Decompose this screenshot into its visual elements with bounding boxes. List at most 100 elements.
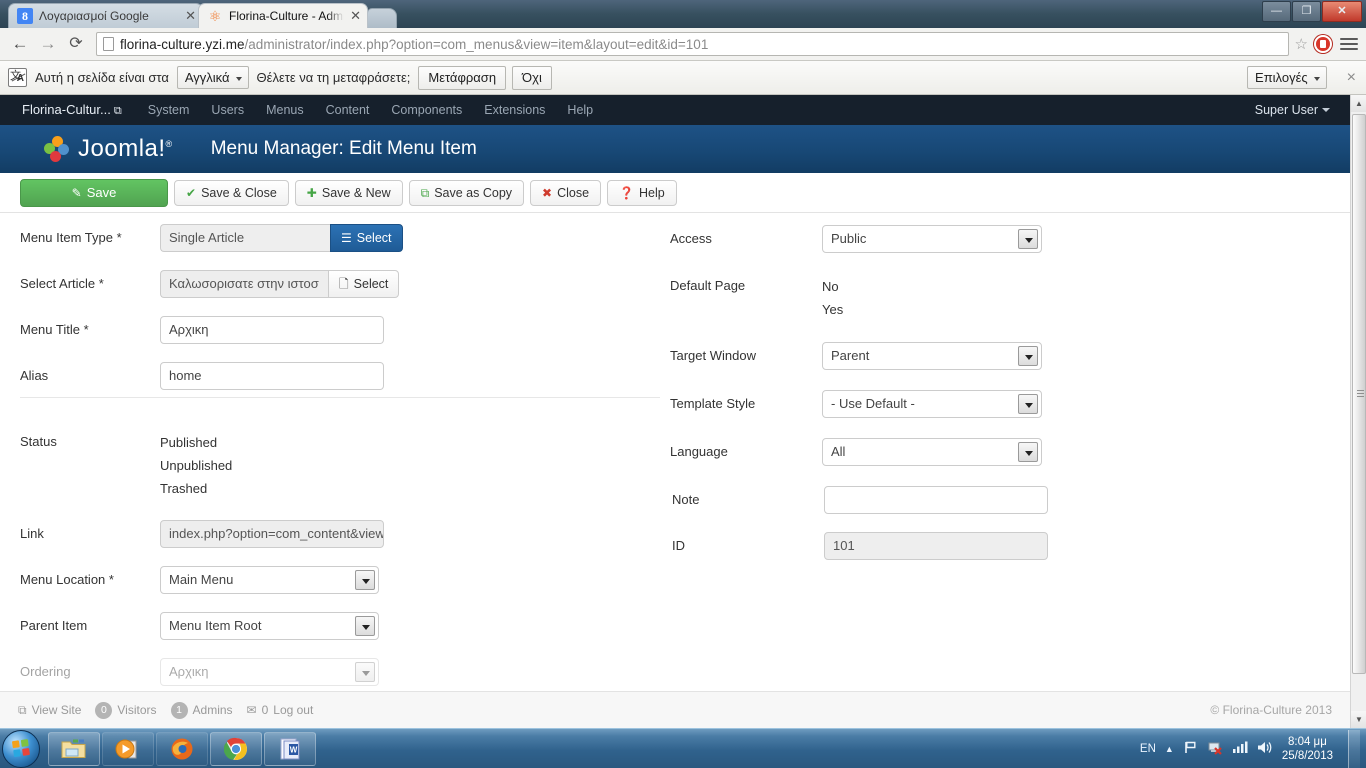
- translate-button[interactable]: Μετάφραση: [418, 65, 507, 90]
- access-value: Public: [822, 225, 1042, 253]
- scroll-down-arrow[interactable]: ▼: [1351, 711, 1366, 728]
- chevron-down-icon[interactable]: [1018, 442, 1038, 462]
- chrome-icon[interactable]: [210, 731, 262, 766]
- reload-button[interactable]: ⟳: [62, 30, 90, 58]
- site-name-link[interactable]: Florina-Cultur... ⧉: [22, 102, 122, 118]
- new-tab-button[interactable]: [367, 8, 397, 28]
- ordering-label: Ordering: [20, 664, 71, 679]
- chevron-down-icon[interactable]: [355, 662, 375, 682]
- chevron-down-icon[interactable]: [1018, 394, 1038, 414]
- user-menu[interactable]: Super User: [1255, 103, 1330, 117]
- joomla-admin-menubar: Florina-Cultur... ⧉ System Users Menus Co…: [0, 95, 1350, 125]
- taskbar-items: W: [48, 731, 316, 766]
- minimize-button[interactable]: —: [1262, 1, 1291, 22]
- folder-glyph: [61, 739, 86, 758]
- field-note: Note: [662, 486, 1352, 514]
- menu-item-menus[interactable]: Menus: [266, 103, 304, 117]
- alias-label: Alias: [20, 368, 49, 383]
- language-select[interactable]: All: [822, 438, 1042, 466]
- scrollbar-thumb[interactable]: [1352, 114, 1366, 674]
- menu-item-users[interactable]: Users: [211, 103, 244, 117]
- browser-tab-google[interactable]: 8 Λογαριασμοί Google ✕: [8, 3, 203, 28]
- adblock-icon[interactable]: [1314, 35, 1332, 53]
- infobar-close-icon[interactable]: ×: [1347, 69, 1356, 87]
- form-divider: [20, 397, 660, 398]
- logout-link[interactable]: Log out: [273, 703, 313, 717]
- scrollbar-grip: [1357, 388, 1364, 399]
- back-button[interactable]: ←: [6, 30, 34, 58]
- status-option-published[interactable]: Published: [160, 431, 660, 454]
- menu-item-components[interactable]: Components: [391, 103, 462, 117]
- menu-location-select[interactable]: Main Menu: [160, 566, 379, 594]
- page-scrollbar[interactable]: ▲ ▼: [1350, 95, 1366, 728]
- default-page-option-no[interactable]: No: [822, 275, 1350, 298]
- save-and-close-button[interactable]: ✔ Save & Close: [174, 179, 289, 206]
- show-hidden-icons-button[interactable]: ▲: [1165, 744, 1174, 754]
- access-select[interactable]: Public: [822, 225, 1042, 253]
- input-language-indicator[interactable]: EN: [1140, 743, 1156, 755]
- browser-tab-joomla-admin[interactable]: ⚛ Florina-Culture - Adminis ✕: [198, 3, 368, 28]
- save-and-new-button[interactable]: ✚ Save & New: [294, 179, 403, 206]
- menu-item-type-select-button[interactable]: ☰ Select: [330, 224, 403, 252]
- windows-start-orb[interactable]: [2, 729, 40, 768]
- chevron-down-icon[interactable]: [1018, 346, 1038, 366]
- tab-close-icon[interactable]: ✕: [350, 8, 361, 24]
- tab-close-icon[interactable]: ✕: [185, 8, 196, 24]
- close-circle-icon: ✖: [542, 185, 553, 200]
- word-icon[interactable]: W: [264, 731, 316, 766]
- menu-item-content[interactable]: Content: [326, 103, 370, 117]
- chevron-down-icon[interactable]: [355, 570, 375, 590]
- select-article-select-button[interactable]: 🗋 Select: [328, 270, 400, 298]
- menu-title-input[interactable]: Αρχικη: [160, 316, 384, 344]
- save-as-copy-button[interactable]: ⧉ Save as Copy: [408, 179, 525, 206]
- language-select[interactable]: Αγγλικά: [176, 66, 249, 89]
- messages-indicator[interactable]: ✉ 0 Log out: [247, 703, 314, 717]
- help-button[interactable]: ❓ Help: [607, 179, 677, 206]
- network-error-icon[interactable]: [1207, 740, 1223, 758]
- media-player-icon[interactable]: [102, 731, 154, 766]
- status-option-unpublished[interactable]: Unpublished: [160, 454, 660, 477]
- signal-bars-icon[interactable]: [1232, 740, 1248, 757]
- target-window-label: Target Window: [670, 348, 756, 363]
- menu-item-extensions[interactable]: Extensions: [484, 103, 545, 117]
- menu-item-system[interactable]: System: [148, 103, 190, 117]
- action-center-flag-icon[interactable]: [1183, 740, 1198, 758]
- status-option-trashed[interactable]: Trashed: [160, 477, 660, 500]
- target-window-select[interactable]: Parent: [822, 342, 1042, 370]
- chevron-down-icon[interactable]: [1018, 229, 1038, 249]
- save-button[interactable]: ✎ Save: [20, 178, 168, 207]
- maximize-button[interactable]: ❐: [1292, 1, 1321, 22]
- firefox-icon[interactable]: [156, 731, 208, 766]
- view-site-link[interactable]: ⧉ View Site: [18, 703, 81, 718]
- alias-input[interactable]: home: [160, 362, 384, 390]
- close-button[interactable]: ✕: [1322, 1, 1362, 22]
- menu-item-help[interactable]: Help: [567, 103, 593, 117]
- flag-glyph: [1185, 741, 1196, 753]
- forward-button[interactable]: →: [34, 30, 62, 58]
- close-button[interactable]: ✖ Close: [530, 179, 602, 206]
- address-bar[interactable]: florina-culture.yzi.me/administrator/ind…: [96, 32, 1289, 56]
- clock[interactable]: 8:04 μμ 25/8/2013: [1282, 735, 1333, 763]
- translate-options-button[interactable]: Επιλογές: [1247, 66, 1327, 89]
- word-glyph: W: [280, 738, 300, 759]
- field-menu-item-type: Menu Item Type * Single Article ☰ Select: [0, 224, 660, 252]
- parent-item-select[interactable]: Menu Item Root: [160, 612, 379, 640]
- file-explorer-icon[interactable]: [48, 731, 100, 766]
- external-link-icon: ⧉: [18, 702, 27, 717]
- ordering-select[interactable]: Αρχικη: [160, 658, 379, 686]
- scroll-up-arrow[interactable]: ▲: [1351, 95, 1366, 112]
- template-style-select[interactable]: - Use Default -: [822, 390, 1042, 418]
- chevron-down-icon[interactable]: [355, 616, 375, 636]
- select-article-select-label: Select: [353, 277, 389, 291]
- default-page-option-yes[interactable]: Yes: [822, 298, 1350, 321]
- decline-translate-button[interactable]: Όχι: [512, 65, 552, 90]
- page-info-icon[interactable]: [103, 37, 114, 51]
- field-parent-item: Parent Item Menu Item Root: [0, 612, 660, 640]
- show-desktop-button[interactable]: [1348, 729, 1360, 768]
- volume-icon[interactable]: [1257, 740, 1273, 758]
- windows-taskbar: W EN ▲ 8:04 μμ 25/8/2013: [0, 728, 1366, 768]
- note-input[interactable]: [824, 486, 1048, 514]
- bookmark-star-icon[interactable]: ☆: [1295, 35, 1308, 53]
- joomla-toolbar: ✎ Save ✔ Save & Close ✚ Save & New ⧉ Sav…: [0, 173, 1350, 213]
- hamburger-menu-icon[interactable]: [1340, 35, 1358, 53]
